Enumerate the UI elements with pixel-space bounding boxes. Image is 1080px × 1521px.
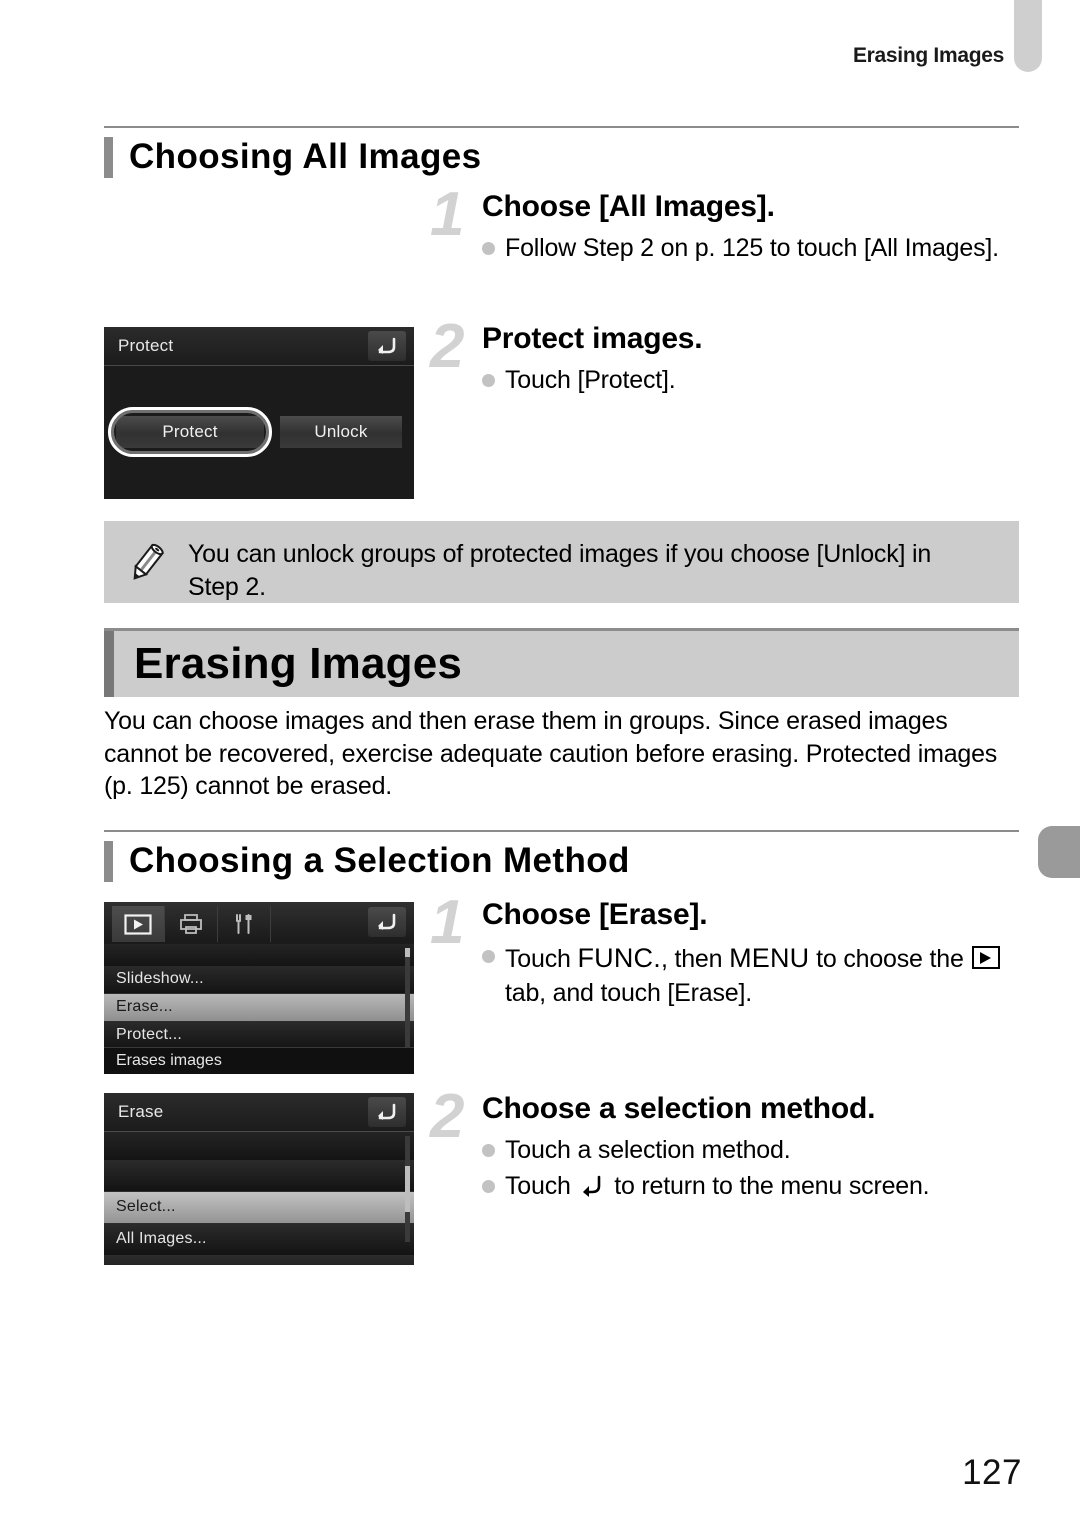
chapter-accent-bar	[104, 631, 114, 697]
step-title: Choose [All Images].	[482, 190, 775, 223]
heading-rule	[104, 830, 1019, 832]
bullet-dot-icon	[482, 1179, 495, 1193]
return-arrow-glyph	[378, 913, 396, 930]
playback-glyph	[124, 913, 152, 935]
section-heading-choosing-all-images: Choosing All Images	[104, 126, 1019, 179]
step-1-choose-all-images: 1 Choose [All Images]. Follow Step 2 on …	[430, 180, 1020, 268]
heading-label: Choosing All Images	[129, 137, 482, 176]
chapter-heading-erasing-images: Erasing Images	[104, 628, 1019, 697]
note-text: You can unlock groups of protected image…	[188, 540, 932, 602]
step-title: Choose a selection method.	[482, 1092, 876, 1125]
menu-scrollbar-thumb[interactable]	[405, 948, 410, 957]
step-number: 1	[430, 888, 464, 957]
return-arrow-icon[interactable]	[368, 907, 406, 937]
erase-item-blank[interactable]	[104, 1160, 414, 1192]
print-tab-icon[interactable]	[165, 906, 218, 942]
intro-paragraph: You can choose images and then erase the…	[104, 707, 998, 800]
step-title: Choose [Erase].	[482, 898, 708, 931]
heading-label: Choosing a Selection Method	[129, 841, 630, 880]
menu-item-label: Protect...	[116, 1026, 183, 1043]
step-bullet: Touch to return to the menu screen.	[482, 1170, 1030, 1204]
erase-item-list: Select... All Images...	[104, 1132, 414, 1265]
return-arrow-glyph	[378, 337, 396, 354]
menu-tab-bar	[104, 902, 414, 942]
playback-tab-icon	[972, 946, 1001, 969]
erase-list-spacer	[104, 1132, 414, 1160]
note-box: You can unlock groups of protected image…	[104, 521, 1019, 603]
erase-screen-figure: Erase Select... All Images...	[104, 1093, 414, 1265]
emphasised-word: MENU	[729, 943, 810, 973]
selection-highlight-oval	[108, 407, 272, 457]
heading-accent-bar	[104, 841, 113, 883]
erase-scrollbar-thumb[interactable]	[405, 1166, 410, 1212]
chapter-edge-tab-top	[1014, 0, 1042, 72]
step-1-choose-erase: 1 Choose [Erase]. Touch FUNC., then MENU…	[430, 888, 1030, 1012]
protect-buttons-row: Protect Unlock	[108, 407, 402, 457]
step-number: 1	[430, 180, 464, 249]
step-number: 2	[430, 1082, 464, 1151]
section-heading-choosing-a-selection-method: Choosing a Selection Method	[104, 830, 1019, 883]
step-2-choose-selection-method: 2 Choose a selection method. Touch a sel…	[430, 1082, 1030, 1205]
menu-status-label: Erases images	[116, 1052, 222, 1069]
pencil-icon	[104, 538, 188, 584]
bullet-dot-icon	[482, 242, 495, 255]
menu-item-erase[interactable]: Erase...	[104, 994, 414, 1022]
screen-title: Erase	[118, 1102, 164, 1121]
screen-title-bar: Protect	[104, 327, 414, 366]
menu-item-slideshow[interactable]: Slideshow...	[104, 966, 414, 994]
settings-glyph	[236, 914, 252, 934]
step-number: 2	[430, 312, 464, 381]
step-bullet-text: Touch FUNC., then MENU to choose the tab…	[505, 940, 1030, 1010]
chapter-heading-label: Erasing Images	[134, 639, 463, 688]
step-bullet-text: Follow Step 2 on p. 125 to touch [All Im…	[505, 234, 999, 262]
bullet-dot-icon	[482, 374, 495, 387]
step-bullet: Touch a selection method.	[482, 1134, 1030, 1168]
return-arrow-icon[interactable]	[368, 331, 406, 361]
return-arrow-icon	[579, 1174, 605, 1198]
erase-item-label: All Images...	[116, 1230, 207, 1247]
erase-item-all-images[interactable]: All Images...	[104, 1224, 414, 1256]
menu-item-protect[interactable]: Protect...	[104, 1022, 414, 1050]
print-glyph	[180, 914, 202, 934]
step-bullet: Touch FUNC., then MENU to choose the tab…	[482, 940, 1030, 1010]
step-bullet: Touch [Protect].	[482, 364, 1020, 398]
settings-tab-icon[interactable]	[218, 906, 271, 942]
step-bullet-text: Touch to return to the menu screen.	[505, 1171, 930, 1200]
menu-item-label: Slideshow...	[116, 970, 204, 987]
heading-rule	[104, 126, 1019, 128]
pencil-glyph	[133, 543, 165, 580]
erase-item-label: Select...	[116, 1198, 176, 1215]
step-bullet: Follow Step 2 on p. 125 to touch [All Im…	[482, 232, 1020, 266]
menu-status-bar: Erases images	[104, 1047, 414, 1074]
emphasised-word: FUNC.	[577, 943, 661, 973]
return-arrow-glyph	[378, 1103, 396, 1120]
erase-item-select[interactable]: Select...	[104, 1192, 414, 1224]
playback-tab-icon[interactable]	[112, 906, 165, 942]
erase-item-blank-2	[104, 1256, 414, 1265]
step-2-protect-images: 2 Protect images. Touch [Protect].	[430, 312, 1020, 400]
bullet-dot-icon	[482, 950, 495, 963]
screen-title-bar: Erase	[104, 1093, 414, 1132]
screen-title: Protect	[118, 336, 174, 355]
page-number: 127	[962, 1453, 1022, 1492]
running-header: Erasing Images	[852, 44, 1004, 67]
unlock-button[interactable]: Unlock	[280, 416, 402, 448]
step-bullet-text: Touch a selection method.	[505, 1136, 791, 1164]
step-bullet-text: Touch [Protect].	[505, 366, 676, 394]
step-title: Protect images.	[482, 322, 703, 355]
return-arrow-icon[interactable]	[368, 1097, 406, 1127]
heading-accent-bar	[104, 137, 113, 179]
menu-screen-figure: Slideshow... Erase... Protect... Rotate …	[104, 902, 414, 1074]
menu-list-spacer	[104, 944, 414, 966]
chapter-edge-tab-side	[1038, 826, 1080, 878]
menu-item-label: Erase...	[116, 998, 173, 1015]
bullet-dot-icon	[482, 1144, 495, 1157]
protect-screen-figure: Protect Protect Unlock	[104, 327, 414, 499]
